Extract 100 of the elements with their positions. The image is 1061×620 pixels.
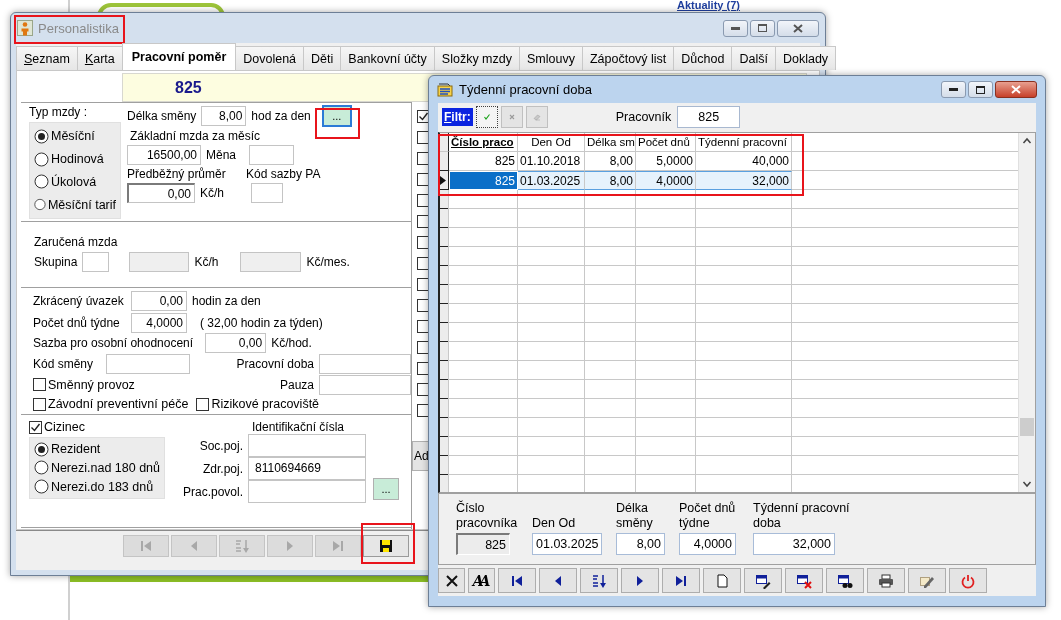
checkbox[interactable] [417,110,430,123]
checkbox[interactable] [417,236,430,249]
radio-button[interactable]: Rezident [34,441,160,457]
field-label: Den Od [532,516,577,531]
text-field[interactable]: 32,000 [753,533,835,555]
edit-record-button[interactable] [744,568,782,593]
text-field[interactable]: 0,00 [127,183,195,203]
column-header[interactable]: Počet dnů [636,133,696,152]
radio-button[interactable]: Hodinová [34,151,116,167]
text-field[interactable] [248,480,366,503]
maximize-button[interactable] [968,81,993,98]
text-field[interactable]: 8,00 [201,106,247,126]
checkbox[interactable] [417,257,430,270]
save-button[interactable] [363,535,409,557]
text-field[interactable]: 4,0000 [679,533,736,555]
text-field[interactable] [251,183,283,203]
tab[interactable]: Další [731,46,776,70]
new-record-button[interactable] [703,568,741,593]
radio-button[interactable]: Úkolová [34,174,116,190]
checkbox[interactable]: Cizinec [29,420,165,434]
text-field[interactable]: 8,00 [616,533,665,555]
checkbox[interactable]: Závodní preventivní péče [33,397,189,411]
minimize-button[interactable] [723,19,748,37]
tab[interactable]: Pracovní poměr [121,43,237,70]
text-field[interactable] [249,145,295,165]
text-field[interactable]: 0,00 [205,333,267,353]
tab[interactable]: Složky mzdy [433,46,520,70]
browse-button[interactable]: ... [321,105,352,127]
column-header[interactable]: Týdenní pracovní [696,133,792,152]
column-header[interactable]: Den Od [518,133,585,152]
print-button[interactable] [867,568,905,593]
text-field[interactable]: 01.03.2025 [532,533,602,555]
checkbox[interactable]: Rizikové pracoviště [196,397,320,411]
tab[interactable]: Zápočtový list [581,46,675,70]
apply-filter-button[interactable] [475,106,498,128]
text-field[interactable] [106,353,191,374]
text-field[interactable] [319,353,411,374]
text-field[interactable] [240,252,302,272]
checkbox[interactable] [417,320,430,333]
text-field[interactable]: 825 [456,533,510,555]
row-selector[interactable] [440,133,449,152]
tab[interactable]: Dovolená [235,46,305,70]
font-button[interactable]: AA [468,568,495,593]
close-button[interactable] [777,19,819,37]
radio-button[interactable]: Nerezi.nad 180 dnů [34,460,160,476]
text-field[interactable] [82,252,110,272]
checkbox[interactable] [417,173,430,186]
column-header[interactable]: Číslo praco [449,133,518,152]
close-button[interactable] [995,81,1037,98]
scrollbar[interactable] [1018,133,1035,492]
text-field[interactable]: 8110694669 [248,457,366,480]
delete-record-button[interactable] [785,568,823,593]
find-button[interactable] [826,568,864,593]
text-field[interactable]: 16500,00 [127,145,201,165]
last-record-button[interactable] [662,568,700,593]
exit-button[interactable] [949,568,987,593]
text-field[interactable] [319,374,411,395]
next-record-button[interactable] [621,568,659,593]
tab[interactable]: Doklady [774,46,837,70]
radio-icon [34,174,49,190]
checkbox[interactable] [417,278,430,291]
previous-record-button[interactable] [539,568,577,593]
text-field[interactable] [248,434,366,457]
text-field[interactable] [129,252,190,272]
browse-button[interactable]: ... [373,478,399,500]
checkbox[interactable] [417,383,430,396]
checkbox[interactable] [417,194,430,207]
tab[interactable]: Karta [76,46,123,70]
first-record-button[interactable] [498,568,536,593]
scroll-thumb[interactable] [1020,418,1034,436]
field-label: hod za den [251,109,311,123]
text-field[interactable]: 825 [677,106,741,128]
checkbox[interactable] [417,215,430,228]
tab[interactable]: Seznam [16,46,78,70]
checkbox[interactable] [417,299,430,312]
minimize-icon [731,26,740,30]
tab[interactable]: Důchod [673,46,733,70]
close-icon [443,572,460,589]
minimize-button[interactable] [941,81,966,98]
radio-button[interactable]: Měsíční tarif [34,197,116,213]
tab[interactable]: Smlouvy [519,46,583,70]
checkbox[interactable] [417,131,430,144]
radio-button[interactable]: Nerezi.do 183 dnů [34,479,160,495]
tab[interactable]: Děti [303,46,342,70]
radio-button[interactable]: Měsíční [34,128,116,144]
sort-button[interactable] [580,568,618,593]
text-field[interactable]: 4,0000 [131,312,187,333]
tab[interactable]: Bankovní účty [340,46,435,70]
maximize-button[interactable] [750,19,775,37]
checkbox[interactable]: Směnný provoz [33,377,135,392]
row-selector[interactable] [440,152,449,171]
tool-button[interactable] [908,568,946,593]
column-header[interactable]: Délka sm [585,133,636,152]
checkbox[interactable] [417,341,430,354]
text-field[interactable]: 0,00 [131,291,187,311]
cancel-button[interactable] [438,568,465,593]
news-link[interactable]: Aktuality (7) [677,0,740,11]
checkbox[interactable] [417,404,430,417]
checkbox[interactable] [417,152,430,165]
checkbox[interactable] [417,362,430,375]
